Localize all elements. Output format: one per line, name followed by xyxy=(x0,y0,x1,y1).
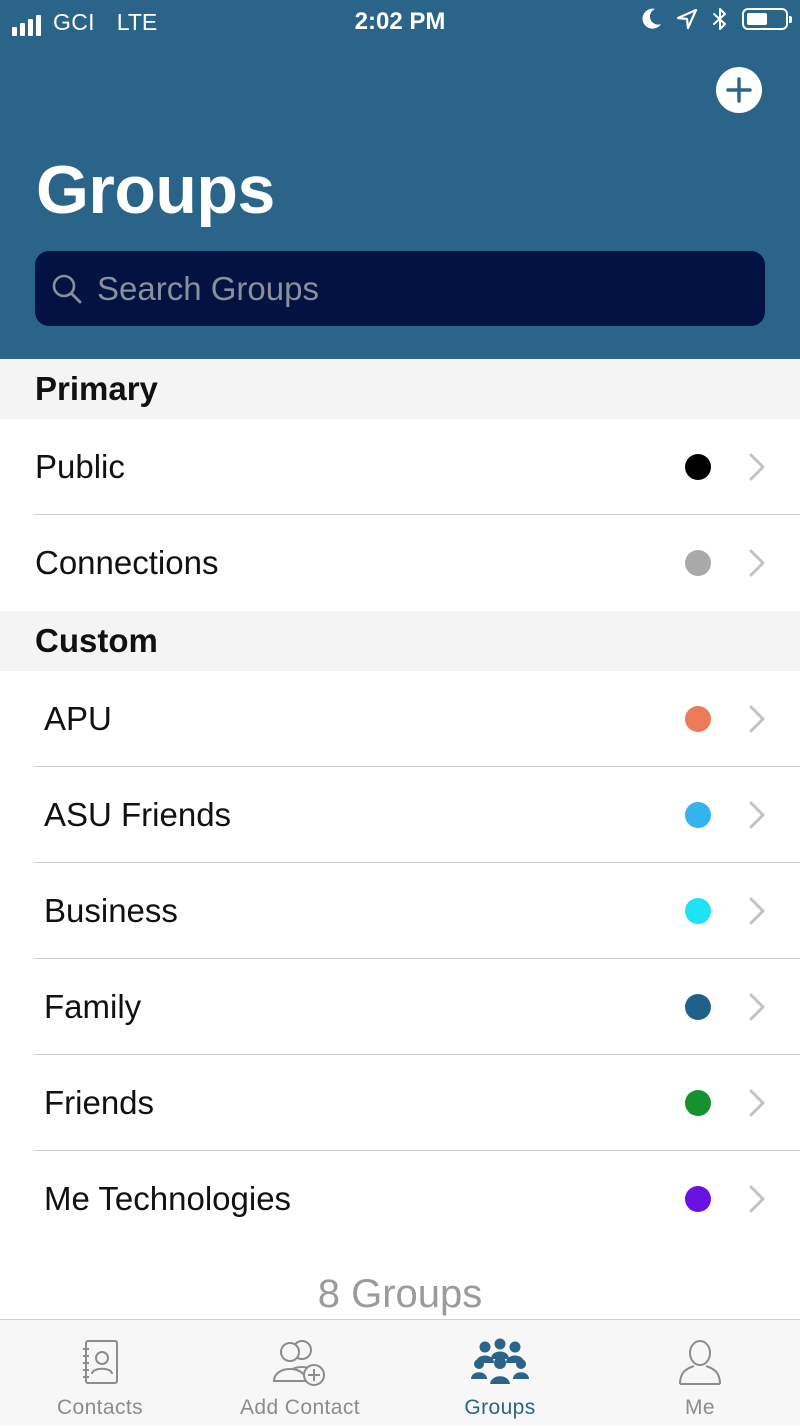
group-row-me-technologies[interactable]: Me Technologies xyxy=(0,1151,800,1247)
group-name: Public xyxy=(35,448,125,485)
tab-label: Add Contact xyxy=(240,1396,360,1419)
bluetooth-icon xyxy=(712,7,728,31)
section-title: Custom xyxy=(35,622,158,659)
tab-label: Groups xyxy=(464,1396,536,1419)
group-color-dot xyxy=(685,994,711,1020)
group-name: ASU Friends xyxy=(44,796,232,833)
group-row-apu[interactable]: APU xyxy=(0,671,800,767)
moon-icon xyxy=(642,8,662,30)
chevron-right-icon xyxy=(748,453,766,481)
status-right xyxy=(642,7,792,31)
battery-icon xyxy=(742,8,792,30)
header: GCI LTE 2:02 PM Groups xyxy=(0,0,800,359)
section-header-primary: Primary xyxy=(0,359,800,419)
chevron-right-icon xyxy=(748,993,766,1021)
chevron-right-icon xyxy=(748,1185,766,1213)
group-color-dot xyxy=(685,550,711,576)
page-title: Groups xyxy=(36,152,275,228)
search-input[interactable] xyxy=(97,269,765,308)
add-contact-icon xyxy=(272,1336,328,1388)
chevron-right-icon xyxy=(748,705,766,733)
plus-icon xyxy=(726,77,752,103)
search-bar[interactable] xyxy=(35,251,765,326)
group-name: APU xyxy=(44,700,112,737)
chevron-right-icon xyxy=(748,897,766,925)
group-row-connections[interactable]: Connections xyxy=(0,515,800,611)
person-icon xyxy=(677,1336,723,1388)
group-row-public[interactable]: Public xyxy=(0,419,800,515)
groups-icon xyxy=(471,1336,529,1388)
tab-me[interactable]: Me xyxy=(600,1320,800,1426)
battery-level-fill xyxy=(747,13,767,25)
search-icon xyxy=(51,273,83,305)
group-color-dot xyxy=(685,802,711,828)
group-row-business[interactable]: Business xyxy=(0,863,800,959)
group-row-family[interactable]: Family xyxy=(0,959,800,1055)
group-color-dot xyxy=(685,1186,711,1212)
address-book-icon xyxy=(80,1336,120,1388)
group-color-dot xyxy=(685,706,711,732)
section-title: Primary xyxy=(35,370,158,407)
location-arrow-icon xyxy=(676,8,698,30)
tab-bar: Contacts Add Contact Groups Me xyxy=(0,1319,800,1425)
status-bar: GCI LTE 2:02 PM xyxy=(0,0,800,44)
group-row-friends[interactable]: Friends xyxy=(0,1055,800,1151)
tab-label: Me xyxy=(685,1396,715,1419)
group-color-dot xyxy=(685,898,711,924)
section-header-custom: Custom xyxy=(0,611,800,671)
chevron-right-icon xyxy=(748,1089,766,1117)
battery-cap xyxy=(789,16,792,23)
chevron-right-icon xyxy=(748,549,766,577)
group-name: Connections xyxy=(35,544,219,581)
tab-groups[interactable]: Groups xyxy=(400,1320,600,1426)
group-color-dot xyxy=(685,1090,711,1116)
tab-label: Contacts xyxy=(56,1396,144,1419)
group-name: Business xyxy=(44,892,178,929)
group-name: Me Technologies xyxy=(44,1180,292,1217)
add-group-button[interactable] xyxy=(716,67,762,113)
group-color-dot xyxy=(685,454,711,480)
chevron-right-icon xyxy=(748,801,766,829)
group-name: Family xyxy=(44,988,142,1025)
group-count: 8 Groups xyxy=(317,1272,483,1316)
group-name: Friends xyxy=(44,1084,155,1121)
tab-contacts[interactable]: Contacts xyxy=(0,1320,200,1426)
group-row-asu-friends[interactable]: ASU Friends xyxy=(0,767,800,863)
tab-add-contact[interactable]: Add Contact xyxy=(200,1320,400,1426)
